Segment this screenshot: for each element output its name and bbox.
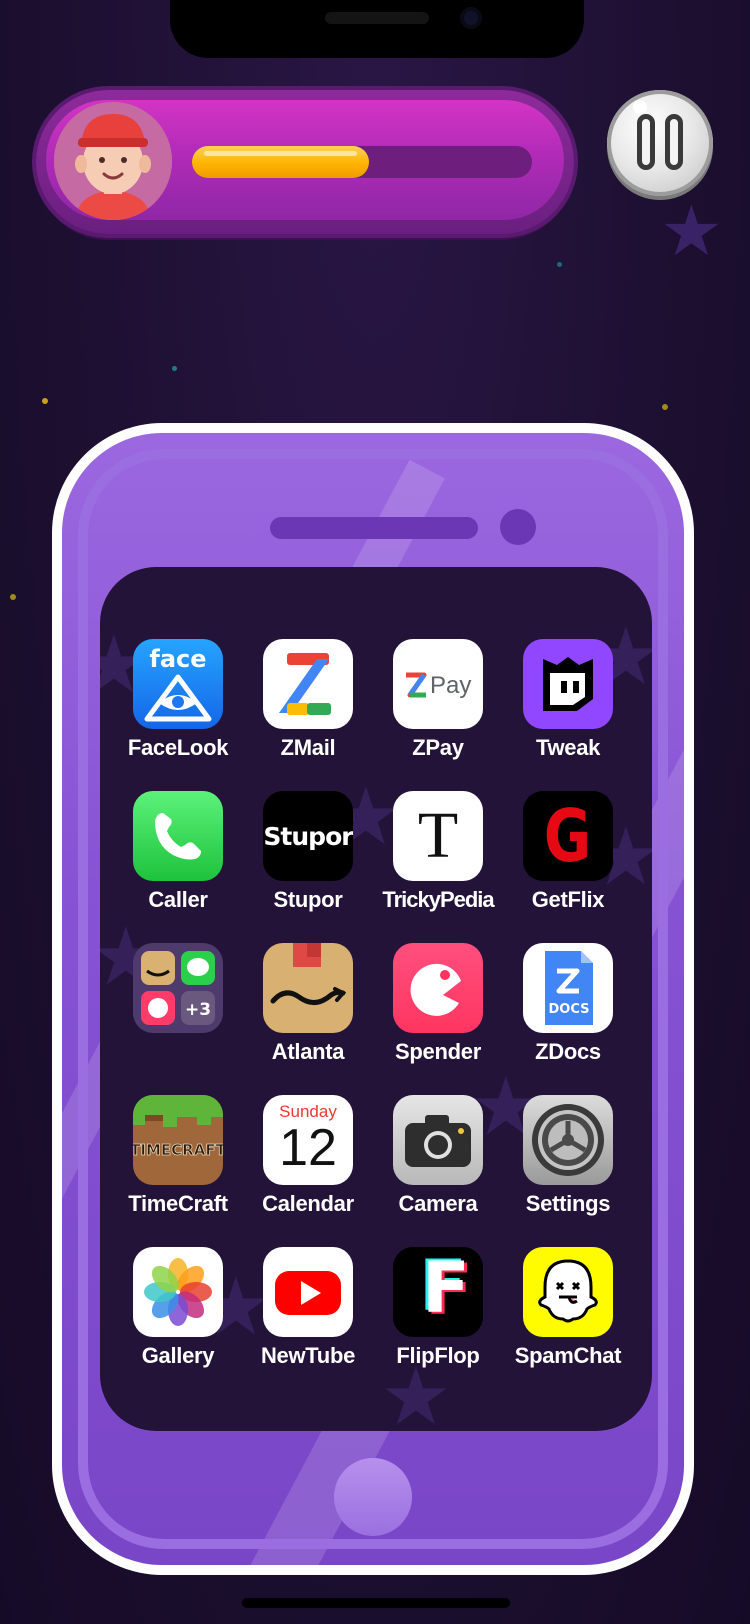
getflix-g-icon: G: [523, 791, 613, 881]
player-avatar: [54, 102, 172, 220]
facelook-eye-icon: face: [133, 639, 223, 729]
pause-icon: [637, 114, 655, 170]
app-label: Gallery: [141, 1343, 215, 1368]
app-label: FlipFlop: [396, 1343, 480, 1368]
app-label: Tweak: [535, 735, 601, 760]
app-tweak[interactable]: Tweak: [503, 639, 633, 779]
svg-text:DOCS: DOCS: [549, 1002, 590, 1017]
player-hud: [36, 90, 574, 234]
app-label: Settings: [525, 1191, 611, 1216]
zmail-z-icon: [263, 639, 353, 729]
app-caller[interactable]: Caller: [113, 791, 243, 931]
app-timecraft[interactable]: TIMECRAFT TimeCraft: [113, 1095, 243, 1235]
svg-text:Pay: Pay: [430, 672, 471, 699]
sparkle: [557, 262, 562, 267]
app-zpay[interactable]: Pay ZPay: [373, 639, 503, 779]
app-folder[interactable]: +3: [113, 943, 243, 1083]
svg-text:TIMECRAFT: TIMECRAFT: [133, 1141, 223, 1159]
app-label: TimeCraft: [128, 1191, 228, 1216]
pause-icon: [665, 114, 683, 170]
phone-handset-icon: [133, 791, 223, 881]
app-label: Atlanta: [271, 1039, 345, 1064]
sparkle: [662, 404, 668, 410]
phone-front-camera: [500, 509, 536, 545]
gallery-flower-icon: [133, 1247, 223, 1337]
app-label: ZMail: [280, 735, 336, 760]
svg-text:+3: +3: [185, 1000, 211, 1020]
app-atlanta[interactable]: Atlanta: [243, 943, 373, 1083]
phone-screen: ★ ★ ★ ★ ★ ★ ★ ★ face FaceLook ZMail Pay …: [100, 567, 652, 1431]
zdocs-document-icon: DOCS: [523, 943, 613, 1033]
app-label: Spender: [395, 1039, 481, 1064]
app-label: TrickyPedia: [382, 887, 494, 912]
app-zmail[interactable]: ZMail: [243, 639, 373, 779]
app-trickypedia[interactable]: T TrickyPedia: [373, 791, 503, 931]
app-label: ZDocs: [535, 1039, 601, 1064]
stupor-wordmark-icon: Stupor: [263, 791, 353, 881]
tweak-cat-icon: [523, 639, 613, 729]
app-label: GetFlix: [531, 887, 605, 912]
app-label: Stupor: [273, 887, 343, 912]
app-label: SpamChat: [514, 1343, 622, 1368]
spamchat-ghost-icon: [523, 1247, 613, 1337]
flipflop-f-icon: F F F: [393, 1247, 483, 1337]
sparkle: [42, 398, 48, 404]
trickypedia-t-icon: T: [393, 791, 483, 881]
app-flipflop[interactable]: F F F FlipFlop: [373, 1247, 503, 1387]
button-shine: [633, 100, 647, 114]
atlanta-box-smile-icon: [263, 943, 353, 1033]
calendar-icon: Sunday 12: [263, 1095, 353, 1185]
sparkle: [10, 594, 16, 600]
app-folder-icon: +3: [133, 943, 223, 1033]
health-bar-fill: [192, 146, 369, 178]
svg-text:face: face: [149, 645, 206, 673]
app-label: Caller: [148, 887, 208, 912]
background-star: ★: [660, 190, 723, 272]
app-zdocs[interactable]: DOCS ZDocs: [503, 943, 633, 1083]
app-facelook[interactable]: face FaceLook: [113, 639, 243, 779]
pause-button[interactable]: [607, 90, 713, 196]
notch-camera: [460, 7, 482, 29]
home-button[interactable]: [334, 1458, 412, 1536]
app-calendar[interactable]: Sunday 12 Calendar: [243, 1095, 373, 1235]
home-indicator: [242, 1598, 510, 1608]
app-label: ZPay: [412, 735, 464, 760]
health-bar: [192, 146, 532, 178]
device-notch: [170, 0, 584, 58]
phone-earpiece: [270, 517, 478, 539]
app-newtube[interactable]: NewTube: [243, 1247, 373, 1387]
notch-speaker: [325, 12, 429, 24]
spender-pacman-icon: [393, 943, 483, 1033]
app-spender[interactable]: Spender: [373, 943, 503, 1083]
sparkle: [172, 366, 177, 371]
app-stupor[interactable]: Stupor Stupor: [243, 791, 373, 931]
app-gallery[interactable]: Gallery: [113, 1247, 243, 1387]
app-label: Calendar: [262, 1191, 354, 1216]
app-label: FaceLook: [127, 735, 229, 760]
app-settings[interactable]: Settings: [503, 1095, 633, 1235]
timecraft-block-icon: TIMECRAFT: [133, 1095, 223, 1185]
boy-avatar-icon: [54, 102, 172, 220]
app-label: Camera: [398, 1191, 478, 1216]
app-spamchat[interactable]: SpamChat: [503, 1247, 633, 1387]
newtube-play-icon: [263, 1247, 353, 1337]
settings-gear-icon: [523, 1095, 613, 1185]
zpay-icon: Pay: [393, 639, 483, 729]
app-label: NewTube: [260, 1343, 356, 1368]
app-camera[interactable]: Camera: [373, 1095, 503, 1235]
camera-icon: [393, 1095, 483, 1185]
app-getflix[interactable]: G GetFlix: [503, 791, 633, 931]
